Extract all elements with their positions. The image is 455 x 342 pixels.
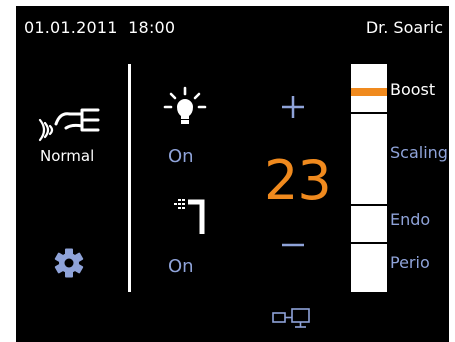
- power-decrease-button[interactable]: [278, 230, 308, 260]
- vertical-divider: [128, 64, 131, 292]
- light-toggle[interactable]: On: [156, 86, 216, 176]
- power-value: 23: [264, 149, 332, 212]
- datetime-label: 01.01.2011 18:00: [24, 18, 176, 37]
- display-toggle-button[interactable]: [270, 306, 316, 330]
- scale-divider-boost: [351, 112, 387, 114]
- scale-label-endo: Endo: [390, 210, 431, 229]
- screen-toggle-icon: [272, 308, 310, 328]
- scale-divider-perio: [351, 242, 387, 244]
- mode-label: Normal: [40, 147, 95, 165]
- device-screen: 01.01.2011 18:00 Dr. Soaric Normal On On…: [16, 6, 449, 342]
- scale-label-scaling: Scaling: [390, 143, 448, 162]
- water-spray-icon: [174, 199, 205, 234]
- plus-icon: [282, 96, 304, 118]
- minus-icon: [282, 243, 304, 247]
- water-toggle[interactable]: On: [156, 196, 216, 286]
- power-increase-button[interactable]: [278, 92, 308, 122]
- water-state-label: On: [168, 256, 194, 277]
- scale-label-boost: Boost: [390, 80, 436, 99]
- power-scale[interactable]: [351, 64, 387, 292]
- gear-icon: [54, 248, 84, 278]
- light-state-label: On: [168, 146, 194, 167]
- power-level-marker: [351, 88, 387, 96]
- settings-button[interactable]: [52, 246, 86, 280]
- scale-divider-endo: [351, 204, 387, 206]
- user-name-label: Dr. Soaric: [365, 18, 443, 37]
- ultrasound-handpiece-icon: [38, 108, 100, 142]
- light-bulb-icon: [163, 86, 207, 124]
- scale-label-perio: Perio: [390, 253, 430, 272]
